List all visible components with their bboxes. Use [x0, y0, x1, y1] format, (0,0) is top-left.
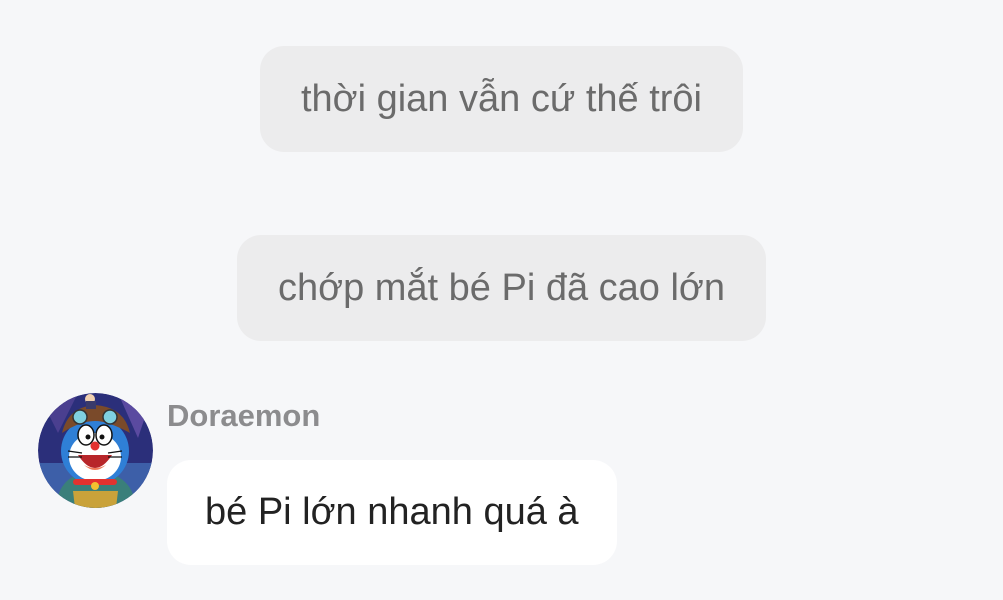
doraemon-avatar-icon[interactable]	[38, 393, 153, 508]
message-bubble-centered[interactable]: thời gian vẫn cứ thế trôi	[259, 46, 743, 152]
message-row-2: chớp mắt bé Pi đã cao lớn	[0, 235, 1003, 341]
message-row-1: thời gian vẫn cứ thế trôi	[0, 46, 1003, 152]
message-bubble-centered[interactable]: chớp mắt bé Pi đã cao lớn	[237, 235, 766, 341]
incoming-message-bubble[interactable]: bé Pi lớn nhanh quá à	[167, 460, 617, 565]
sender-name: Doraemon	[167, 398, 321, 433]
